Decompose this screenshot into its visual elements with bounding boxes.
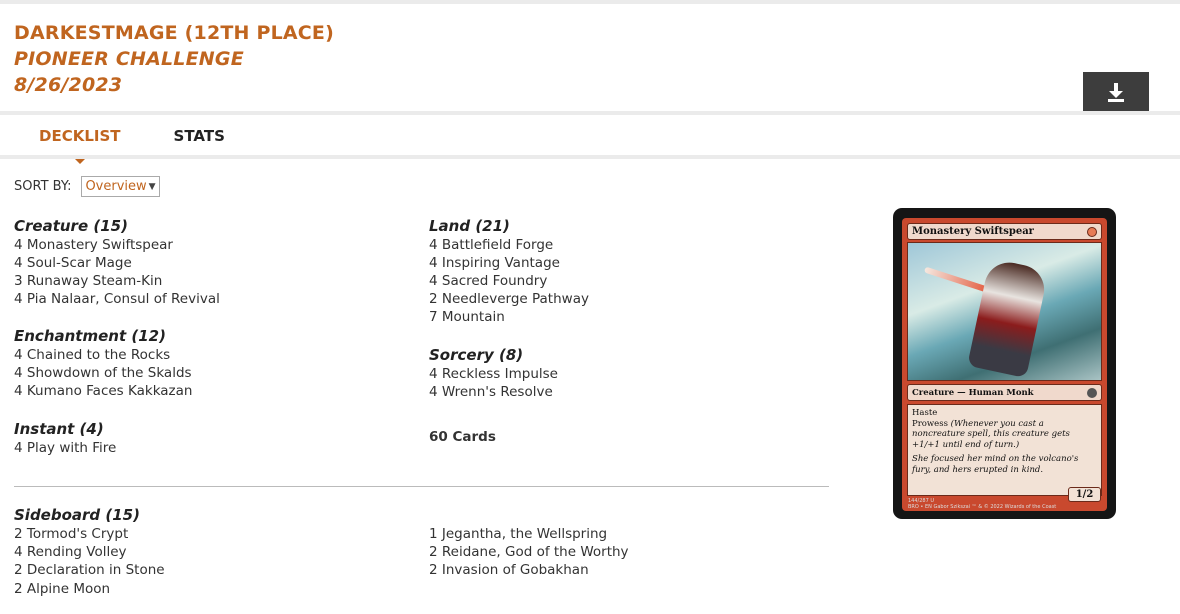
monk-figure-art [967,257,1049,379]
card-frame: Monastery Swiftspear Creature — Human Mo… [902,218,1107,511]
group-title: Creature (15) [14,217,128,235]
group-creature: Creature (15) 4 Monastery Swiftspear 4 S… [14,217,414,308]
card-entry[interactable]: 4 Monastery Swiftspear [14,236,414,254]
card-entry[interactable]: 2 Needleverge Pathway [429,290,829,308]
card-entry[interactable]: 4 Inspiring Vantage [429,254,829,272]
chevron-down-icon: ▼ [148,181,156,192]
download-icon [1108,83,1124,102]
card-total: 60 Cards [429,429,496,445]
group-land: Land (21) 4 Battlefield Forge 4 Inspirin… [429,217,829,326]
card-power-toughness: 1/2 [1068,487,1101,502]
tab-decklist[interactable]: DECKLIST [14,118,146,164]
decklist-right-column: Land (21) 4 Battlefield Forge 4 Inspirin… [429,217,829,446]
decklist-left-column: Creature (15) 4 Monastery Swiftspear 4 S… [14,217,414,457]
card-entry[interactable]: 4 Reckless Impulse [429,365,829,383]
card-type-bar: Creature — Human Monk [907,384,1102,401]
card-copyright: ™ & © 2022 Wizards of the Coast [971,504,1057,510]
card-entry[interactable]: 4 Sacred Foundry [429,272,829,290]
card-entry[interactable]: 4 Kumano Faces Kakkazan [14,382,414,400]
group-sorcery: Sorcery (8) 4 Reckless Impulse 4 Wrenn's… [429,346,829,401]
card-entry[interactable]: 2 Declaration in Stone [14,561,414,579]
header-divider [0,111,1180,115]
card-flavor-text: She focused her mind on the volcano's fu… [912,454,1079,475]
card-entry[interactable]: 4 Rending Volley [14,543,414,561]
sort-control: SORT BY: Overview ▼ [14,176,160,197]
card-entry[interactable]: 4 Wrenn's Resolve [429,383,829,401]
card-entry[interactable]: 4 Chained to the Rocks [14,346,414,364]
card-entry[interactable]: 4 Play with Fire [14,439,414,457]
group-title: Instant (4) [14,420,104,438]
card-entry[interactable]: 4 Pia Nalaar, Consul of Revival [14,290,414,308]
card-footer-line: BRO • EN Gabor Szikszai ™ & © 2022 Wizar… [908,504,1056,510]
card-entry[interactable]: 7 Mountain [429,308,829,326]
card-artist: Gabor Szikszai [933,504,971,510]
card-footer: 144/287 U BRO • EN Gabor Szikszai ™ & © … [908,498,1056,510]
deck-header: DARKESTMAGE (12TH PLACE) PIONEER CHALLEN… [14,20,334,98]
sideboard-divider [14,486,829,487]
card-entry[interactable]: 2 Alpine Moon [14,580,414,598]
download-button[interactable] [1083,72,1149,112]
tab-stats[interactable]: STATS [146,118,250,158]
group-enchantment: Enchantment (12) 4 Chained to the Rocks … [14,327,414,400]
card-entry[interactable]: 1 Jegantha, the Wellspring [429,525,829,543]
tabs-divider [0,155,1180,159]
card-text-box: Haste Prowess (Whenever you cast a noncr… [907,404,1102,496]
card-ability-haste: Haste [912,408,938,418]
card-entry[interactable]: 4 Battlefield Forge [429,236,829,254]
event-name: PIONEER CHALLENGE [14,48,244,70]
sideboard-right-column: 1 Jegantha, the Wellspring 2 Reidane, Go… [429,525,829,579]
tab-bar: DECKLIST STATS [14,118,250,164]
card-title-bar: Monastery Swiftspear [907,223,1102,240]
card-entry[interactable]: 2 Tormod's Crypt [14,525,414,543]
card-entry[interactable]: 4 Soul-Scar Mage [14,254,414,272]
card-ability-name: Prowess [912,418,948,429]
card-set-line: BRO • EN [908,504,932,510]
card-entry[interactable]: 2 Reidane, God of the Worthy [429,543,829,561]
sideboard-left-column: Sideboard (15) 2 Tormod's Crypt 4 Rendin… [14,506,414,598]
card-preview: Monastery Swiftspear Creature — Human Mo… [893,208,1116,519]
card-entry[interactable]: 2 Invasion of Gobakhan [429,561,829,579]
top-divider [0,0,1180,4]
sort-select[interactable]: Overview ▼ [81,176,160,197]
event-date: 8/26/2023 [14,74,123,96]
card-entry[interactable]: 3 Runaway Steam-Kin [14,272,414,290]
group-title: Land (21) [429,217,510,235]
red-mana-icon [1087,226,1097,237]
group-title: Sorcery (8) [429,346,524,364]
card-entry[interactable]: 4 Showdown of the Skalds [14,364,414,382]
card-name: Monastery Swiftspear [912,226,1034,237]
group-instant: Instant (4) 4 Play with Fire [14,420,414,457]
card-art [907,242,1102,381]
sort-selected-value: Overview [85,179,147,194]
card-type-line: Creature — Human Monk [912,387,1034,398]
sideboard-title: Sideboard (15) [14,506,140,524]
group-title: Enchantment (12) [14,327,166,345]
card-ability-prowess: Prowess (Whenever you cast a noncreature… [912,419,1097,451]
sort-label: SORT BY: [14,179,72,194]
set-symbol-icon [1087,387,1097,398]
player-name: DARKESTMAGE (12TH PLACE) [14,22,334,44]
